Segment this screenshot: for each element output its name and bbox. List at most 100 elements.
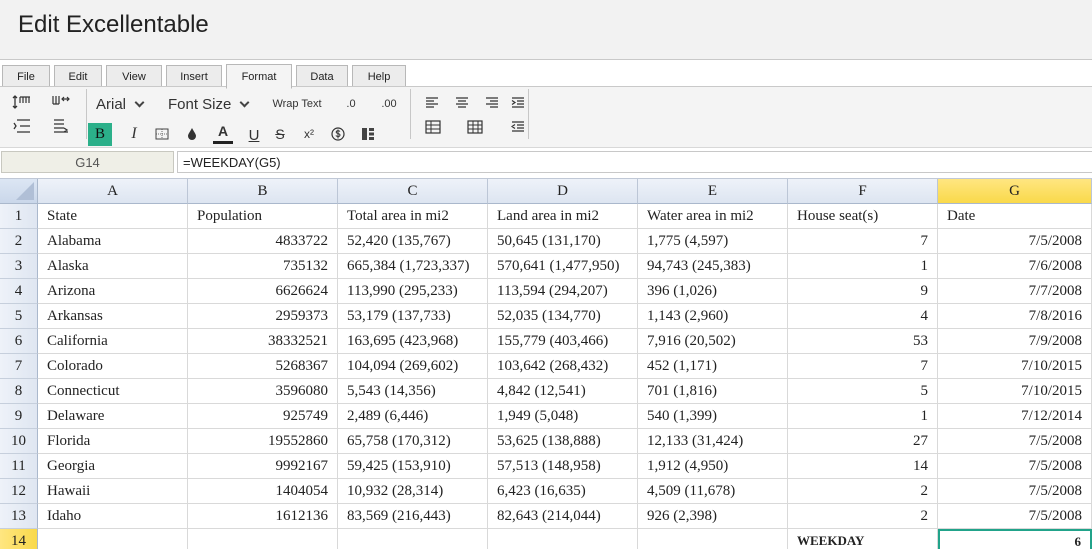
cell-c1[interactable]: Total area in mi2 — [338, 204, 488, 229]
cell-f5[interactable]: 4 — [788, 304, 938, 329]
cell-b6[interactable]: 38332521 — [188, 329, 338, 354]
cell-f10[interactable]: 27 — [788, 429, 938, 454]
cell-f12[interactable]: 2 — [788, 479, 938, 504]
row-header-1[interactable]: 1 — [0, 204, 38, 229]
column-width-icon[interactable] — [48, 92, 72, 112]
cell-d5[interactable]: 52,035 (134,770) — [488, 304, 638, 329]
cell-f11[interactable]: 14 — [788, 454, 938, 479]
cell-b4[interactable]: 6626624 — [188, 279, 338, 304]
auto-fit-columns-icon[interactable] — [48, 116, 72, 136]
cell-a6[interactable]: California — [38, 329, 188, 354]
cell-c13[interactable]: 83,569 (216,443) — [338, 504, 488, 529]
cell-e12[interactable]: 4,509 (11,678) — [638, 479, 788, 504]
tab-file[interactable]: File — [2, 65, 50, 88]
cell-f2[interactable]: 7 — [788, 229, 938, 254]
cell-d13[interactable]: 82,643 (214,044) — [488, 504, 638, 529]
cell-g6[interactable]: 7/9/2008 — [938, 329, 1092, 354]
cell-d11[interactable]: 57,513 (148,958) — [488, 454, 638, 479]
cell-d4[interactable]: 113,594 (294,207) — [488, 279, 638, 304]
font-color-button[interactable]: A — [212, 123, 234, 145]
column-header-c[interactable]: C — [338, 179, 488, 204]
row-header-3[interactable]: 3 — [0, 254, 38, 279]
bold-button[interactable]: B — [88, 123, 112, 146]
row-header-9[interactable]: 9 — [0, 404, 38, 429]
fill-color-icon[interactable] — [182, 125, 202, 143]
cell-a11[interactable]: Georgia — [38, 454, 188, 479]
column-header-a[interactable]: A — [38, 179, 188, 204]
cell-c11[interactable]: 59,425 (153,910) — [338, 454, 488, 479]
cell-c9[interactable]: 2,489 (6,446) — [338, 404, 488, 429]
merge-cells-icon[interactable] — [358, 124, 378, 144]
cell-b2[interactable]: 4833722 — [188, 229, 338, 254]
outdent-icon[interactable] — [508, 117, 528, 137]
cell-g9[interactable]: 7/12/2014 — [938, 404, 1092, 429]
cell-d2[interactable]: 50,645 (131,170) — [488, 229, 638, 254]
cell-c12[interactable]: 10,932 (28,314) — [338, 479, 488, 504]
auto-fit-rows-icon[interactable] — [10, 116, 34, 136]
cell-d12[interactable]: 6,423 (16,635) — [488, 479, 638, 504]
font-size-dropdown[interactable]: Font Size — [168, 94, 258, 114]
cell-e13[interactable]: 926 (2,398) — [638, 504, 788, 529]
cell-f4[interactable]: 9 — [788, 279, 938, 304]
cell-b5[interactable]: 2959373 — [188, 304, 338, 329]
align-right-icon[interactable] — [482, 93, 502, 113]
cell-e10[interactable]: 12,133 (31,424) — [638, 429, 788, 454]
row-header-10[interactable]: 10 — [0, 429, 38, 454]
cell-d8[interactable]: 4,842 (12,541) — [488, 379, 638, 404]
row-header-13[interactable]: 13 — [0, 504, 38, 529]
cell-e2[interactable]: 1,775 (4,597) — [638, 229, 788, 254]
row-header-4[interactable]: 4 — [0, 279, 38, 304]
indent-icon[interactable] — [508, 93, 528, 113]
cell-g1[interactable]: Date — [938, 204, 1092, 229]
grid-lines-icon[interactable] — [464, 117, 486, 137]
increase-decimal-button[interactable]: .00 — [376, 94, 402, 114]
tab-insert[interactable]: Insert — [166, 65, 222, 88]
formula-input[interactable]: =WEEKDAY(G5) — [177, 151, 1092, 173]
cell-f1[interactable]: House seat(s) — [788, 204, 938, 229]
cell-b12[interactable]: 1404054 — [188, 479, 338, 504]
cell-b7[interactable]: 5268367 — [188, 354, 338, 379]
cell-a1[interactable]: State — [38, 204, 188, 229]
tab-view[interactable]: View — [106, 65, 162, 88]
cell-f3[interactable]: 1 — [788, 254, 938, 279]
cell-c5[interactable]: 53,179 (137,733) — [338, 304, 488, 329]
cell-b11[interactable]: 9992167 — [188, 454, 338, 479]
cell-c2[interactable]: 52,420 (135,767) — [338, 229, 488, 254]
tab-format[interactable]: Format — [226, 64, 292, 89]
cell-c4[interactable]: 113,990 (295,233) — [338, 279, 488, 304]
column-header-d[interactable]: D — [488, 179, 638, 204]
wrap-text-button[interactable]: Wrap Text — [266, 94, 328, 114]
cell-b3[interactable]: 735132 — [188, 254, 338, 279]
cell-e1[interactable]: Water area in mi2 — [638, 204, 788, 229]
row-height-icon[interactable] — [10, 92, 34, 112]
cell-c8[interactable]: 5,543 (14,356) — [338, 379, 488, 404]
cell-e7[interactable]: 452 (1,171) — [638, 354, 788, 379]
cell-c7[interactable]: 104,094 (269,602) — [338, 354, 488, 379]
cell-d1[interactable]: Land area in mi2 — [488, 204, 638, 229]
cell-c3[interactable]: 665,384 (1,723,337) — [338, 254, 488, 279]
column-header-g[interactable]: G — [938, 179, 1092, 204]
cell-g7[interactable]: 7/10/2015 — [938, 354, 1092, 379]
cell-g5[interactable]: 7/8/2016 — [938, 304, 1092, 329]
cell-e11[interactable]: 1,912 (4,950) — [638, 454, 788, 479]
cell-g11[interactable]: 7/5/2008 — [938, 454, 1092, 479]
cell-f6[interactable]: 53 — [788, 329, 938, 354]
cell-g8[interactable]: 7/10/2015 — [938, 379, 1092, 404]
cell-c14[interactable] — [338, 529, 488, 549]
cell-d14[interactable] — [488, 529, 638, 549]
cell-f13[interactable]: 2 — [788, 504, 938, 529]
align-left-icon[interactable] — [422, 93, 442, 113]
cell-a4[interactable]: Arizona — [38, 279, 188, 304]
row-header-6[interactable]: 6 — [0, 329, 38, 354]
cell-e8[interactable]: 701 (1,816) — [638, 379, 788, 404]
cell-d9[interactable]: 1,949 (5,048) — [488, 404, 638, 429]
cell-d6[interactable]: 155,779 (403,466) — [488, 329, 638, 354]
row-header-2[interactable]: 2 — [0, 229, 38, 254]
column-header-e[interactable]: E — [638, 179, 788, 204]
cell-a13[interactable]: Idaho — [38, 504, 188, 529]
cell-e14[interactable] — [638, 529, 788, 549]
font-family-dropdown[interactable]: Arial — [96, 94, 156, 114]
cell-a8[interactable]: Connecticut — [38, 379, 188, 404]
borders-icon[interactable] — [152, 125, 172, 143]
row-header-7[interactable]: 7 — [0, 354, 38, 379]
